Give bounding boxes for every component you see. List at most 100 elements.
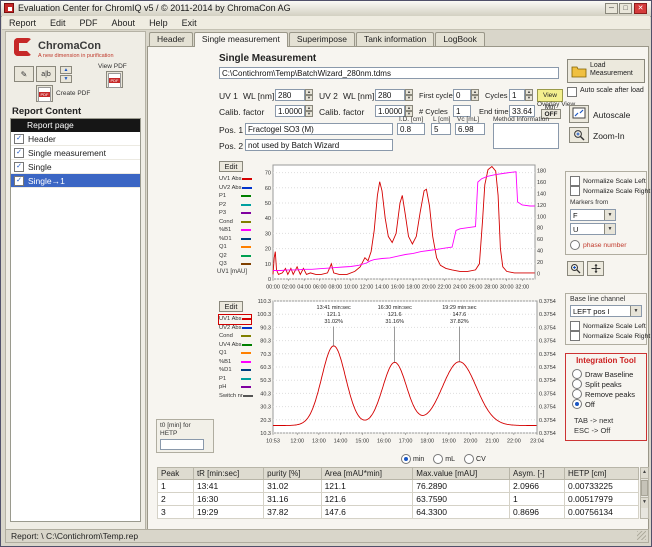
uv1-wl-spinner[interactable]: ▲▼ bbox=[305, 89, 313, 101]
checkbox-normalize-scale-right[interactable]: Normalize Scale Right bbox=[570, 331, 650, 341]
autoscale-after-load-checkbox[interactable]: Auto scale after load bbox=[567, 87, 647, 97]
edit-tool-button[interactable]: ✎ bbox=[14, 66, 34, 82]
create-pdf-button[interactable] bbox=[36, 85, 53, 102]
checkbox-icon[interactable]: ✓ bbox=[14, 162, 24, 172]
legend-item-d1[interactable]: %D1 bbox=[219, 235, 251, 244]
legend-item-d1[interactable]: %D1 bbox=[219, 366, 251, 375]
edit-bottom-chart-button[interactable]: Edit bbox=[219, 301, 243, 312]
tab-single-measurement[interactable]: Single measurement bbox=[194, 32, 288, 47]
checkbox-normalize-scale-right[interactable]: Normalize Scale Right bbox=[570, 186, 650, 196]
tree-row-single[interactable]: ✓Single bbox=[11, 160, 140, 174]
pan-button[interactable] bbox=[587, 261, 604, 276]
load-measurement-button[interactable]: Load Measurement bbox=[567, 59, 645, 83]
minimize-button[interactable]: ─ bbox=[605, 3, 618, 14]
phase-number-radio[interactable]: phase number bbox=[570, 240, 626, 250]
cycles-spinner[interactable]: ▲▼ bbox=[525, 89, 533, 101]
legend-item-cond[interactable]: Cond bbox=[219, 218, 251, 227]
ab-tool-button[interactable]: a|b bbox=[36, 66, 56, 82]
checkbox-icon[interactable]: ✓ bbox=[14, 134, 24, 144]
table-scrollbar[interactable]: ▲ ▼ bbox=[640, 467, 649, 519]
legend-item-ph[interactable]: pH bbox=[219, 383, 251, 392]
calib1-spinner[interactable]: ▲▼ bbox=[305, 105, 313, 117]
marker-select-1[interactable]: F▼ bbox=[570, 209, 616, 221]
checkbox-normalize-scale-left[interactable]: Normalize Scale Left bbox=[570, 176, 650, 186]
legend-item-p1[interactable]: P1 bbox=[219, 375, 251, 384]
resize-grip[interactable] bbox=[637, 531, 646, 540]
menu-item-edit[interactable]: Edit bbox=[43, 18, 73, 28]
tree-row-single-1[interactable]: ✓Single→1 bbox=[11, 174, 140, 188]
zoom-in-button[interactable] bbox=[569, 127, 589, 143]
legend-item-switch-nr[interactable]: Switch nr bbox=[219, 392, 251, 401]
scroll-up-icon[interactable]: ▲ bbox=[641, 468, 648, 479]
marker-select-2[interactable]: U▼ bbox=[570, 223, 616, 235]
zoom-plus-button[interactable] bbox=[567, 261, 584, 276]
move-down-button[interactable]: ▼ bbox=[60, 75, 72, 83]
tree-row-header[interactable]: ✓Header bbox=[11, 132, 140, 146]
close-button[interactable]: ✕ bbox=[634, 3, 647, 14]
legend-item-p2[interactable]: P2 bbox=[219, 201, 251, 210]
baseline-channel-select[interactable]: LEFT pos I▼ bbox=[570, 305, 642, 317]
radio-off[interactable]: Off bbox=[572, 399, 635, 409]
legend-item-q2[interactable]: Q2 bbox=[219, 252, 251, 261]
legend-item-q1[interactable]: Q1 bbox=[219, 243, 251, 252]
view-pdf-button[interactable] bbox=[106, 71, 123, 88]
tab-header[interactable]: Header bbox=[149, 32, 193, 46]
autoscale-button[interactable] bbox=[569, 105, 589, 123]
scroll-thumb[interactable] bbox=[641, 480, 648, 496]
menu-item-exit[interactable]: Exit bbox=[175, 18, 204, 28]
radio-split-peaks[interactable]: Split peaks bbox=[572, 379, 635, 389]
move-up-button[interactable]: ▲ bbox=[60, 66, 72, 74]
t0-input[interactable] bbox=[160, 439, 204, 450]
uv2-wl-spinner[interactable]: ▲▼ bbox=[405, 89, 413, 101]
pos1-input[interactable] bbox=[245, 123, 393, 135]
tree-row-single-measurement[interactable]: ✓Single measurement bbox=[11, 146, 140, 160]
id-input[interactable] bbox=[397, 123, 425, 135]
uv1-wl-input[interactable] bbox=[275, 89, 305, 101]
legend-item-uv2-abs[interactable]: UV2 Abs bbox=[219, 324, 251, 333]
menu-item-help[interactable]: Help bbox=[142, 18, 175, 28]
radio-unit-min[interactable]: min bbox=[401, 454, 424, 464]
menu-item-report[interactable]: Report bbox=[2, 18, 43, 28]
cycles-input[interactable] bbox=[509, 89, 525, 101]
legend-item-uv1-abs[interactable]: UV1 Abs bbox=[219, 315, 251, 324]
scroll-down-icon[interactable]: ▼ bbox=[641, 497, 648, 508]
legend-item-q3[interactable]: Q3 bbox=[219, 260, 251, 269]
tab-logbook[interactable]: LogBook bbox=[435, 32, 485, 46]
svg-text:80: 80 bbox=[537, 226, 543, 232]
legend-item-uv2-abs[interactable]: UV2 Abs bbox=[219, 184, 251, 193]
radio-draw-baseline[interactable]: Draw Baseline bbox=[572, 369, 635, 379]
legend-item-b1[interactable]: %B1 bbox=[219, 226, 251, 235]
menu-item-pdf[interactable]: PDF bbox=[73, 18, 105, 28]
tab-tank-information[interactable]: Tank information bbox=[356, 32, 434, 46]
tab-superimpose[interactable]: Superimpose bbox=[289, 32, 355, 46]
edit-top-chart-button[interactable]: Edit bbox=[219, 161, 243, 172]
legend-item-cond[interactable]: Cond bbox=[219, 332, 251, 341]
legend-item-q1[interactable]: Q1 bbox=[219, 349, 251, 358]
first-cycle-input[interactable] bbox=[453, 89, 471, 101]
radio-unit-cv[interactable]: CV bbox=[464, 454, 486, 464]
checkbox-icon[interactable]: ✓ bbox=[14, 176, 24, 186]
radio-unit-ml[interactable]: mL bbox=[433, 454, 455, 464]
l-input[interactable] bbox=[431, 123, 451, 135]
checkbox-normalize-scale-left[interactable]: Normalize Scale Left bbox=[570, 321, 650, 331]
first-cycle-spinner[interactable]: ▲▼ bbox=[471, 89, 479, 101]
legend-item-b1[interactable]: %B1 bbox=[219, 358, 251, 367]
menu-item-about[interactable]: About bbox=[105, 18, 143, 28]
table-row[interactable]: 113:4131.02121.176.28902.09660.00733225 bbox=[158, 480, 639, 493]
bottom-chart[interactable]: 110.3100.390.380.370.360.350.340.330.320… bbox=[249, 297, 563, 449]
legend-item-uv1-abs[interactable]: UV1 Abs bbox=[219, 175, 251, 184]
top-chart[interactable]: 0102030405060700204060801001201401601800… bbox=[249, 159, 563, 295]
maximize-button[interactable]: □ bbox=[619, 3, 632, 14]
legend-item-p3[interactable]: P3 bbox=[219, 209, 251, 218]
vc-input[interactable] bbox=[455, 123, 485, 135]
legend-item-p1[interactable]: P1 bbox=[219, 192, 251, 201]
table-row[interactable]: 216:3031.16121.663.759010.00517979 bbox=[158, 493, 639, 506]
radio-remove-peaks[interactable]: Remove peaks bbox=[572, 389, 635, 399]
measurement-path-input[interactable] bbox=[219, 67, 559, 79]
table-row[interactable]: 319:2937.82147.664.33000.86960.00756134 bbox=[158, 506, 639, 519]
calib1-input[interactable] bbox=[275, 105, 305, 117]
legend-item-uv4-abs[interactable]: UV4 Abs bbox=[219, 341, 251, 350]
checkbox-icon[interactable]: ✓ bbox=[14, 148, 24, 158]
uv2-wl-input[interactable] bbox=[375, 89, 405, 101]
pos2-input[interactable] bbox=[245, 139, 393, 151]
